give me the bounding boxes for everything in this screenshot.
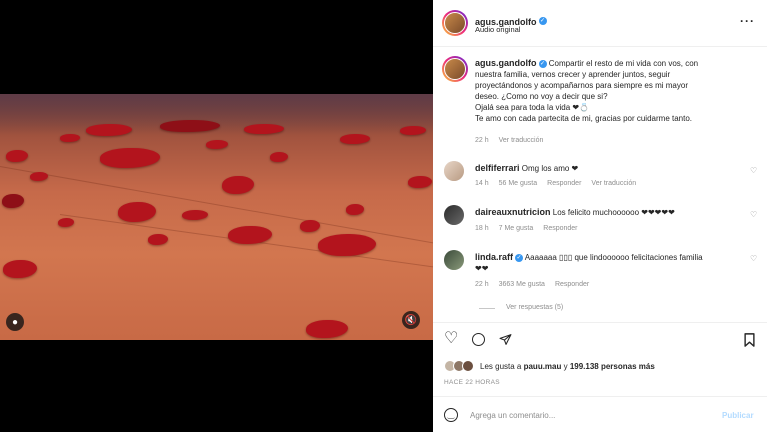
media-area: ● 🔇 (0, 0, 433, 432)
post-panel: agus.gandolfo ✓ Audio original ··· agus.g… (433, 0, 767, 432)
send-icon[interactable] (499, 333, 512, 351)
comment-like-icon[interactable]: ♡ (750, 254, 757, 263)
comment-meta: 18 h 7 Me gusta Responder (475, 225, 588, 232)
comment-text: Aaaaaaa ▯▯▯ que lindoooooo felicitacione… (524, 253, 703, 262)
rose-petal (228, 226, 272, 244)
composer-divider (433, 396, 767, 397)
caption-line: nuestra familia, vernos crecer y aprende… (475, 70, 671, 79)
comment-reply[interactable]: Responder (547, 180, 581, 187)
heart-icon[interactable]: ♡ (444, 331, 458, 347)
rose-petal (118, 202, 156, 222)
tagged-user-icon[interactable]: ● (6, 313, 24, 331)
comment-time[interactable]: 14 h (475, 180, 489, 187)
rose-petal (60, 134, 80, 142)
rose-petal (58, 218, 74, 227)
rose-petal (30, 172, 48, 181)
comment-likes[interactable]: 7 Me gusta (499, 225, 534, 232)
rose-petal (148, 234, 168, 245)
likes-middle: y (561, 362, 570, 371)
likes-summary: Les gusta a pauu.mau y 199.138 personas … (480, 361, 655, 372)
comment-avatar[interactable] (444, 205, 464, 225)
view-replies[interactable]: Ver respuestas (5) (506, 304, 563, 311)
comment-time[interactable]: 18 h (475, 225, 489, 232)
comment-likes[interactable]: 56 Me gusta (499, 180, 538, 187)
rose-petal (2, 194, 24, 208)
comment-avatar[interactable] (444, 250, 464, 270)
post-video[interactable] (0, 94, 433, 340)
floor-seam (0, 166, 433, 244)
caption-line: Te amo con cada partecita de mi, gracias… (475, 114, 692, 123)
liker-avatars[interactable] (444, 360, 480, 372)
comment-like-icon[interactable]: ♡ (750, 166, 757, 175)
comment: linda.raff ✓ Aaaaaaa ▯▯▯ que lindoooooo f… (475, 252, 745, 274)
comment: delfiferrari Omg los amo ❤ (475, 163, 578, 174)
comment-icon[interactable] (472, 333, 485, 346)
likes-count[interactable]: 199.138 personas más (570, 362, 655, 371)
header-divider (433, 46, 767, 47)
rose-petal (6, 150, 28, 162)
rose-petal (86, 124, 132, 136)
caption-line: deseo. ¿Como no voy a decir que si? (475, 92, 608, 101)
rose-petal (3, 260, 37, 278)
comment-reply[interactable]: Responder (543, 225, 577, 232)
comment-likes[interactable]: 3663 Me gusta (499, 281, 545, 288)
comment-translate[interactable]: Ver traducción (591, 180, 636, 187)
comment-username[interactable]: linda.raff (475, 252, 513, 262)
rose-petal (340, 134, 370, 144)
actions-divider (433, 322, 767, 323)
publish-button[interactable]: Publicar (722, 411, 754, 420)
caption-line: Ojalá sea para toda la vida ❤💍 (475, 103, 590, 112)
comment-text-2: ❤❤ (475, 264, 489, 273)
verified-icon: ✓ (515, 253, 524, 262)
comment-input[interactable]: Agrega un comentario... (470, 411, 555, 420)
caption-line: Compartir el resto de mi vida con vos, c… (548, 59, 699, 68)
rose-petal (182, 210, 208, 220)
comment: daireauxnutricion Los felicito muchooooo… (475, 207, 675, 218)
emoji-icon[interactable]: ‿ (444, 408, 458, 422)
likes-user[interactable]: pauu.mau (524, 362, 562, 371)
rose-petal (222, 176, 254, 194)
rose-petal (346, 204, 364, 215)
replies-line (479, 308, 495, 309)
verified-icon: ✓ (538, 16, 547, 25)
comment-reply[interactable]: Responder (555, 281, 589, 288)
caption: agus.gandolfo ✓ Compartir el resto de mi … (475, 58, 765, 124)
caption-meta: 22 h Ver traducción (475, 137, 553, 144)
verified-icon: ✓ (538, 59, 547, 68)
caption-time[interactable]: 22 h (475, 137, 489, 144)
bookmark-icon[interactable] (744, 333, 755, 352)
comment-avatar[interactable] (444, 161, 464, 181)
caption-username[interactable]: agus.gandolfo (475, 58, 537, 68)
comment-username[interactable]: daireauxnutricion (475, 207, 551, 217)
caption-avatar[interactable] (442, 56, 468, 82)
comment-username[interactable]: delfiferrari (475, 163, 520, 173)
comment-text: Omg los amo ❤ (521, 164, 579, 173)
caption-line: proyectándonos y acompañarnos para siemp… (475, 81, 688, 90)
avatar (462, 360, 474, 372)
audio-label[interactable]: Audio original (475, 25, 520, 34)
rose-petal (408, 176, 432, 188)
rose-petal (206, 140, 228, 149)
more-icon[interactable]: ··· (740, 14, 755, 28)
mute-icon[interactable]: 🔇 (402, 311, 420, 329)
comment-meta: 22 h 3663 Me gusta Responder (475, 281, 599, 288)
rose-petal (270, 152, 288, 162)
rose-petal (300, 220, 320, 232)
comment-like-icon[interactable]: ♡ (750, 210, 757, 219)
post-timestamp[interactable]: HACE 22 HORAS (444, 379, 500, 386)
author-avatar[interactable] (442, 10, 468, 36)
comment-text: Los felicito muchoooooo ❤❤❤❤❤ (552, 208, 675, 217)
rose-petal (100, 148, 160, 168)
caption-translate[interactable]: Ver traducción (499, 137, 544, 144)
rose-petal (306, 320, 348, 338)
comment-time[interactable]: 22 h (475, 281, 489, 288)
comment-meta: 14 h 56 Me gusta Responder Ver traducción (475, 180, 646, 187)
likes-prefix: Les gusta a (480, 362, 524, 371)
rose-petal (318, 234, 376, 256)
